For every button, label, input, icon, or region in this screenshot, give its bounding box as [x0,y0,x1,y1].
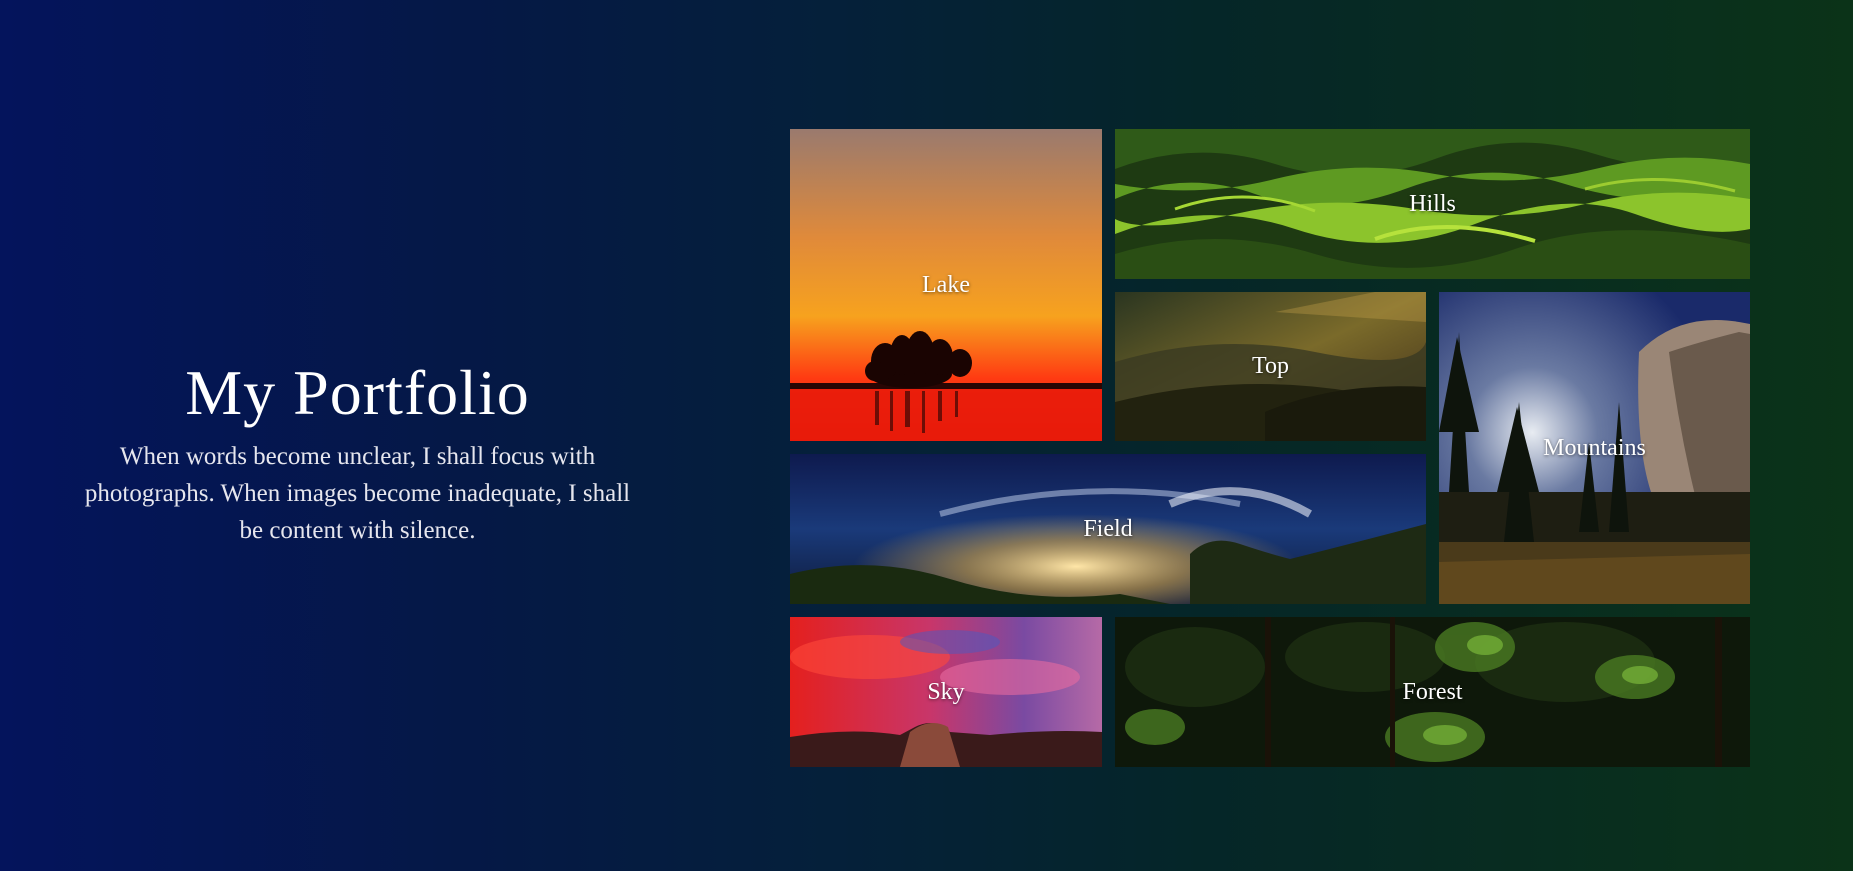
tile-label: Sky [927,678,965,705]
gallery-tile-mountains[interactable]: Mountains [1439,292,1750,604]
gallery-tile-forest[interactable]: Forest [1115,617,1750,767]
gallery-tile-lake[interactable]: Lake [790,129,1102,441]
intro-section: My Portfolio When words become unclear, … [60,350,655,549]
tile-label: Forest [1402,678,1463,705]
gallery-tile-hills[interactable]: Hills [1115,129,1750,279]
tile-label: Mountains [1543,434,1646,461]
page-title: My Portfolio [185,357,530,428]
intro-quote: When words become unclear, I shall focus… [84,443,631,544]
tile-label: Field [1083,515,1133,542]
tile-label: Lake [922,271,970,298]
gallery-tile-field[interactable]: Field [790,454,1426,604]
gallery-tile-sky[interactable]: Sky [790,617,1102,767]
tile-label: Top [1252,353,1289,379]
gallery-tile-top[interactable]: Top [1115,292,1426,441]
tile-label: Hills [1409,190,1456,217]
